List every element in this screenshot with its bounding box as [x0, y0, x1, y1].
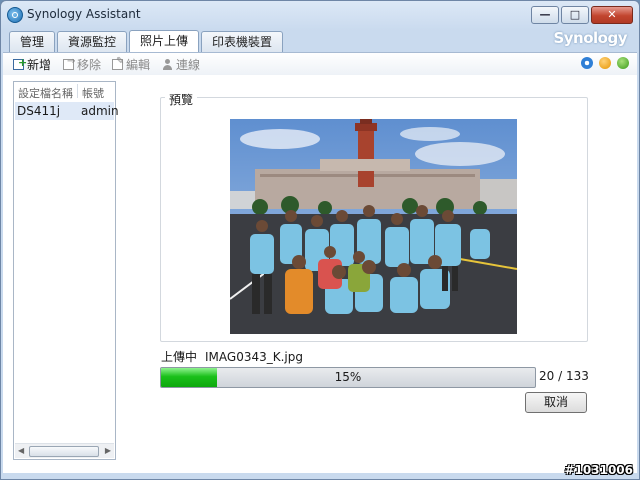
preview-label: 預覽	[165, 91, 198, 108]
synology-logo: Synology	[553, 29, 627, 47]
upload-progress-bar: 15%	[160, 367, 536, 388]
close-icon: ✕	[607, 8, 617, 21]
add-button[interactable]: 新增	[13, 56, 51, 73]
minimize-button[interactable]: —	[531, 6, 559, 24]
app-window: Synology Assistant — □ ✕ 管理 資源監控 照片上傳 印表…	[0, 0, 640, 480]
user-icon	[162, 59, 173, 70]
online-icon[interactable]	[617, 57, 629, 69]
tab-resource-monitor[interactable]: 資源監控	[57, 31, 128, 52]
preview-image	[230, 119, 517, 334]
maximize-button[interactable]: □	[561, 6, 589, 24]
scrollbar-thumb[interactable]	[29, 446, 99, 457]
upload-filename: IMAG0343_K.jpg	[205, 350, 303, 364]
cancel-button[interactable]: 取消	[525, 392, 587, 413]
window-controls: — □ ✕	[531, 6, 633, 24]
list-item[interactable]: DS411j admin	[15, 102, 119, 120]
warning-icon[interactable]	[599, 57, 611, 69]
profile-name: DS411j	[17, 104, 61, 118]
tab-bar: 管理 資源監控 照片上傳 印表機裝置	[9, 30, 284, 53]
column-header-profile[interactable]: 設定檔名稱	[18, 85, 73, 101]
scroll-left-icon[interactable]: ◀	[18, 446, 24, 455]
upload-count: 20 / 133	[539, 369, 589, 383]
column-divider[interactable]	[77, 84, 78, 98]
upload-status-row: 上傳中 IMAG0343_K.jpg	[161, 348, 303, 365]
photo-upload-panel: 設定檔名稱 帳號 DS411j admin ◀ ▶ 預覽 上傳中 IMAG034…	[3, 75, 637, 473]
remove-label: 移除	[77, 58, 102, 72]
close-button[interactable]: ✕	[591, 6, 633, 24]
toolbar: 新增 移除 編輯 連線	[3, 52, 637, 76]
status-icons	[581, 57, 629, 69]
maximize-icon: □	[569, 8, 581, 21]
title-bar: Synology Assistant — □ ✕	[1, 1, 639, 29]
add-label: 新增	[27, 58, 52, 72]
add-icon	[13, 56, 27, 70]
horizontal-scrollbar[interactable]: ◀ ▶	[15, 443, 114, 458]
edit-button[interactable]: 編輯	[112, 56, 150, 73]
gear-icon[interactable]	[581, 57, 593, 69]
connect-button[interactable]: 連線	[162, 56, 200, 73]
remove-icon	[63, 56, 75, 70]
list-header: 設定檔名稱 帳號	[14, 82, 115, 100]
preview-photo	[230, 119, 517, 334]
image-id-watermark: #1031006	[564, 463, 633, 477]
account-name: admin	[81, 104, 119, 118]
remove-button[interactable]: 移除	[63, 56, 101, 73]
tab-manage[interactable]: 管理	[9, 31, 56, 52]
scroll-right-icon[interactable]: ▶	[105, 446, 111, 455]
window-title: Synology Assistant	[27, 7, 141, 21]
progress-percent: 15%	[334, 370, 362, 384]
tab-photo-upload[interactable]: 照片上傳	[129, 30, 200, 53]
connect-label: 連線	[176, 58, 201, 72]
profile-list: 設定檔名稱 帳號 DS411j admin ◀ ▶	[13, 81, 119, 460]
synology-assistant-icon	[7, 7, 23, 23]
upload-status: 上傳中	[161, 350, 198, 364]
tab-printer-devices[interactable]: 印表機裝置	[201, 31, 284, 52]
minimize-icon: —	[539, 8, 551, 21]
column-header-account[interactable]: 帳號	[82, 85, 104, 101]
edit-label: 編輯	[126, 58, 151, 72]
edit-icon	[112, 56, 124, 70]
